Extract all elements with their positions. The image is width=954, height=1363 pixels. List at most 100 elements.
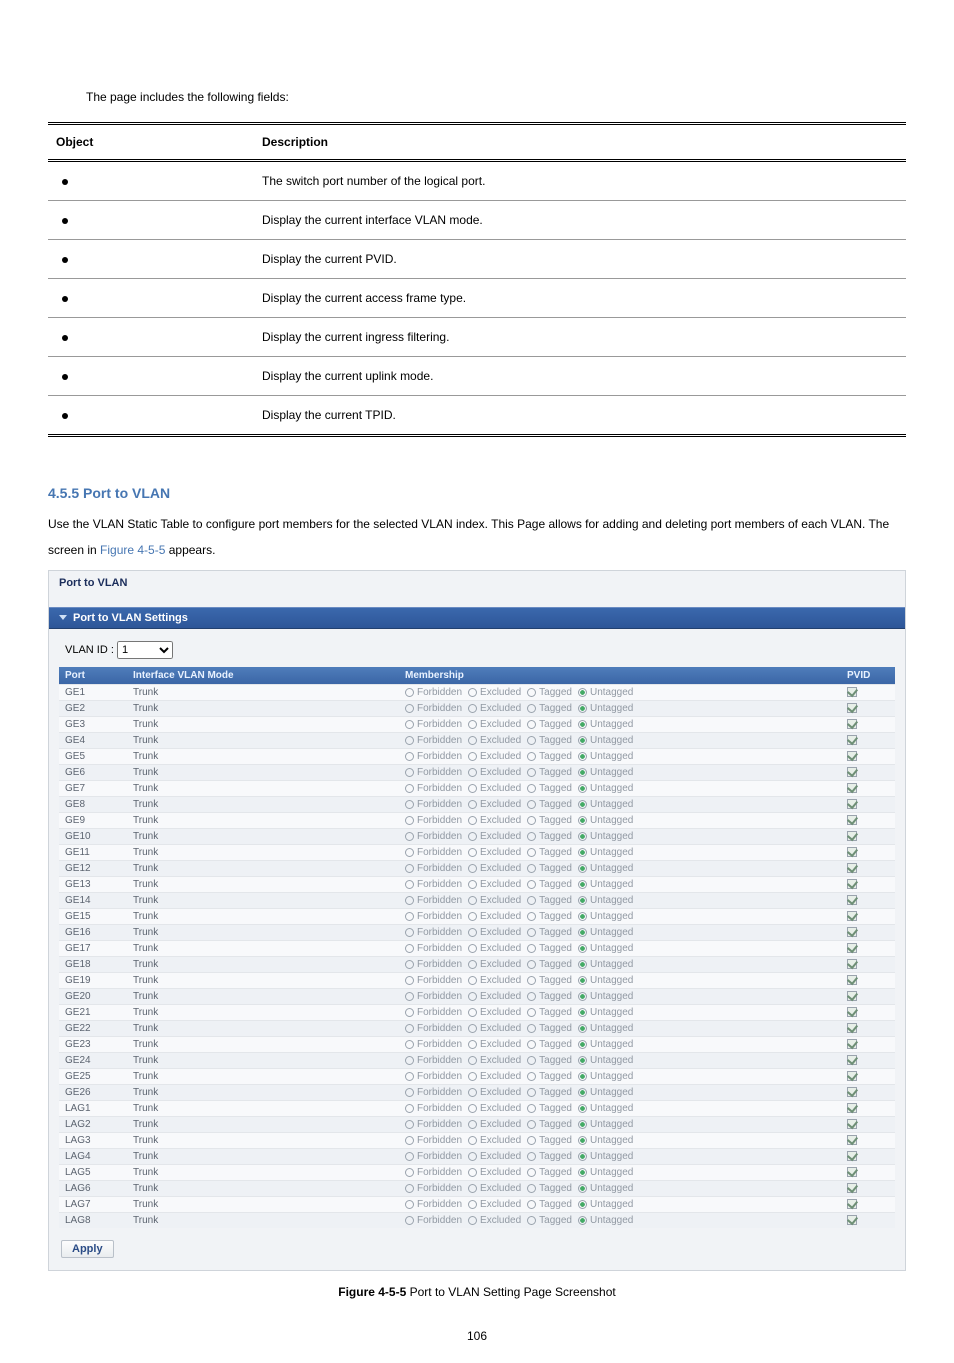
membership-radio-untagged[interactable] [578,1184,587,1193]
membership-radio-untagged[interactable] [578,720,587,729]
pvid-checkbox[interactable] [847,1087,857,1097]
membership-radio-tagged[interactable] [527,784,536,793]
pvid-checkbox[interactable] [847,831,857,841]
membership-radio-excluded[interactable] [468,1184,477,1193]
membership-radio-untagged[interactable] [578,1216,587,1225]
pvid-checkbox[interactable] [847,1183,857,1193]
membership-radio-tagged[interactable] [527,928,536,937]
membership-radio-forbidden[interactable] [405,1120,414,1129]
membership-radio-tagged[interactable] [527,1040,536,1049]
membership-radio-forbidden[interactable] [405,816,414,825]
membership-radio-forbidden[interactable] [405,1056,414,1065]
membership-radio-tagged[interactable] [527,944,536,953]
membership-radio-tagged[interactable] [527,1136,536,1145]
membership-radio-untagged[interactable] [578,1056,587,1065]
membership-radio-excluded[interactable] [468,704,477,713]
membership-radio-untagged[interactable] [578,1040,587,1049]
membership-radio-forbidden[interactable] [405,848,414,857]
membership-radio-excluded[interactable] [468,1072,477,1081]
pvid-checkbox[interactable] [847,799,857,809]
pvid-checkbox[interactable] [847,767,857,777]
pvid-checkbox[interactable] [847,991,857,1001]
pvid-checkbox[interactable] [847,1055,857,1065]
membership-radio-forbidden[interactable] [405,1184,414,1193]
membership-radio-tagged[interactable] [527,1056,536,1065]
membership-radio-excluded[interactable] [468,880,477,889]
membership-radio-excluded[interactable] [468,1088,477,1097]
membership-radio-excluded[interactable] [468,976,477,985]
pvid-checkbox[interactable] [847,863,857,873]
membership-radio-untagged[interactable] [578,1120,587,1129]
membership-radio-tagged[interactable] [527,1008,536,1017]
membership-radio-excluded[interactable] [468,848,477,857]
membership-radio-excluded[interactable] [468,816,477,825]
pvid-checkbox[interactable] [847,1215,857,1225]
membership-radio-excluded[interactable] [468,784,477,793]
membership-radio-forbidden[interactable] [405,1200,414,1209]
membership-radio-excluded[interactable] [468,864,477,873]
membership-radio-tagged[interactable] [527,816,536,825]
membership-radio-forbidden[interactable] [405,736,414,745]
membership-radio-tagged[interactable] [527,1104,536,1113]
membership-radio-excluded[interactable] [468,800,477,809]
membership-radio-tagged[interactable] [527,1024,536,1033]
membership-radio-untagged[interactable] [578,736,587,745]
membership-radio-excluded[interactable] [468,960,477,969]
membership-radio-forbidden[interactable] [405,1152,414,1161]
membership-radio-excluded[interactable] [468,928,477,937]
pvid-checkbox[interactable] [847,1103,857,1113]
membership-radio-untagged[interactable] [578,752,587,761]
membership-radio-excluded[interactable] [468,1168,477,1177]
membership-radio-tagged[interactable] [527,688,536,697]
vlan-id-select[interactable]: 1 [117,641,173,659]
pvid-checkbox[interactable] [847,1135,857,1145]
pvid-checkbox[interactable] [847,719,857,729]
membership-radio-excluded[interactable] [468,944,477,953]
membership-radio-untagged[interactable] [578,896,587,905]
membership-radio-tagged[interactable] [527,1120,536,1129]
pvid-checkbox[interactable] [847,879,857,889]
membership-radio-tagged[interactable] [527,880,536,889]
membership-radio-excluded[interactable] [468,1216,477,1225]
membership-radio-excluded[interactable] [468,896,477,905]
membership-radio-untagged[interactable] [578,1168,587,1177]
membership-radio-forbidden[interactable] [405,784,414,793]
pvid-checkbox[interactable] [847,975,857,985]
pvid-checkbox[interactable] [847,1007,857,1017]
membership-radio-untagged[interactable] [578,1024,587,1033]
membership-radio-tagged[interactable] [527,912,536,921]
membership-radio-excluded[interactable] [468,1200,477,1209]
membership-radio-forbidden[interactable] [405,1136,414,1145]
membership-radio-untagged[interactable] [578,864,587,873]
membership-radio-forbidden[interactable] [405,1104,414,1113]
membership-radio-forbidden[interactable] [405,1008,414,1017]
membership-radio-forbidden[interactable] [405,960,414,969]
pvid-checkbox[interactable] [847,959,857,969]
membership-radio-untagged[interactable] [578,992,587,1001]
pvid-checkbox[interactable] [847,847,857,857]
membership-radio-untagged[interactable] [578,928,587,937]
membership-radio-untagged[interactable] [578,1152,587,1161]
membership-radio-forbidden[interactable] [405,704,414,713]
membership-radio-forbidden[interactable] [405,944,414,953]
membership-radio-forbidden[interactable] [405,832,414,841]
membership-radio-forbidden[interactable] [405,1024,414,1033]
membership-radio-excluded[interactable] [468,1120,477,1129]
membership-radio-forbidden[interactable] [405,976,414,985]
membership-radio-excluded[interactable] [468,1104,477,1113]
membership-radio-excluded[interactable] [468,992,477,1001]
membership-radio-tagged[interactable] [527,1200,536,1209]
membership-radio-tagged[interactable] [527,704,536,713]
membership-radio-tagged[interactable] [527,736,536,745]
membership-radio-forbidden[interactable] [405,752,414,761]
membership-radio-excluded[interactable] [468,688,477,697]
membership-radio-untagged[interactable] [578,704,587,713]
membership-radio-forbidden[interactable] [405,896,414,905]
membership-radio-forbidden[interactable] [405,1216,414,1225]
membership-radio-forbidden[interactable] [405,800,414,809]
membership-radio-tagged[interactable] [527,800,536,809]
pvid-checkbox[interactable] [847,703,857,713]
membership-radio-excluded[interactable] [468,768,477,777]
membership-radio-excluded[interactable] [468,912,477,921]
membership-radio-untagged[interactable] [578,848,587,857]
